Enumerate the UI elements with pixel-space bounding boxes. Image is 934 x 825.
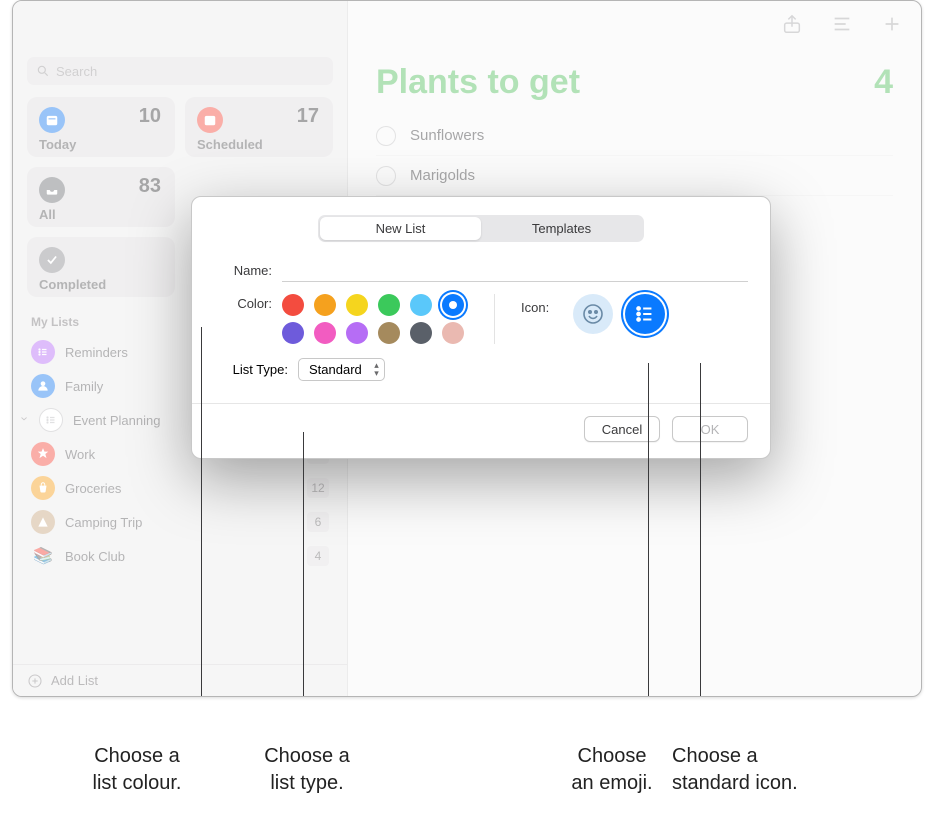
color-swatch[interactable] [346,322,368,344]
icon-label: Icon: [521,294,549,315]
color-swatch[interactable] [410,322,432,344]
list-type-label: List Type: [214,362,288,377]
divider [192,403,770,404]
color-swatch[interactable] [442,294,464,316]
callout-leader [303,432,304,697]
callout-leader [700,363,701,697]
callout-leader [201,327,202,697]
divider [494,294,495,344]
callout-icon: Choose astandard icon. [672,743,822,797]
color-swatch[interactable] [314,294,336,316]
color-swatch[interactable] [314,322,336,344]
callout-leader [648,363,649,697]
new-list-dialog: New List Templates Name: Color: Icon: [191,196,771,459]
choose-standard-icon-button[interactable] [625,294,665,334]
chevron-updown-icon: ▴▾ [374,361,379,377]
list-bullet-icon [634,303,656,325]
name-input[interactable] [282,258,748,282]
color-swatches [282,294,468,344]
callout-color: Choose alist colour. [72,743,202,797]
dialog-tabs: New List Templates [318,215,644,242]
callout-type: Choose alist type. [252,743,362,797]
color-swatch[interactable] [410,294,432,316]
tab-new-list[interactable]: New List [320,217,481,240]
choose-emoji-button[interactable] [573,294,613,334]
color-swatch[interactable] [282,294,304,316]
smiley-icon [581,302,605,326]
list-type-select[interactable]: Standard ▴▾ [298,358,385,381]
color-swatch[interactable] [378,294,400,316]
color-swatch[interactable] [346,294,368,316]
color-swatch[interactable] [378,322,400,344]
callout-emoji: Choosean emoji. [562,743,662,797]
tab-templates[interactable]: Templates [481,217,642,240]
name-label: Name: [214,263,272,278]
color-swatch[interactable] [442,322,464,344]
ok-button[interactable]: OK [672,416,748,442]
reminders-window: Search 10 Today 17 Scheduled [12,0,922,697]
color-label: Color: [214,294,272,344]
color-swatch[interactable] [282,322,304,344]
